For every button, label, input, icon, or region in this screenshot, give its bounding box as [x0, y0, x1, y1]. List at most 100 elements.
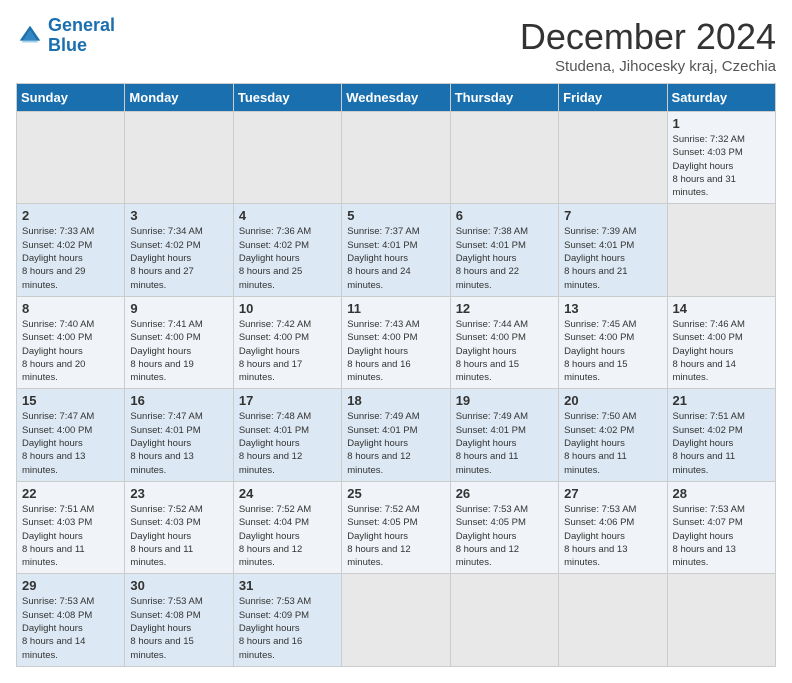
col-tuesday: Tuesday	[233, 84, 341, 112]
table-row: 3 Sunrise: 7:34 AMSunset: 4:02 PMDaylight…	[125, 204, 233, 296]
day-info: Sunrise: 7:34 AMSunset: 4:02 PMDaylight …	[130, 225, 227, 291]
day-number: 12	[456, 301, 553, 316]
table-row: 16 Sunrise: 7:47 AMSunset: 4:01 PMDayligh…	[125, 389, 233, 481]
day-number: 8	[22, 301, 119, 316]
logo-general: General	[48, 15, 115, 35]
table-row	[450, 574, 558, 666]
day-number: 2	[22, 208, 119, 223]
calendar-row: 22 Sunrise: 7:51 AMSunset: 4:03 PMDayligh…	[17, 481, 776, 573]
calendar-row: 15 Sunrise: 7:47 AMSunset: 4:00 PMDayligh…	[17, 389, 776, 481]
calendar-row: 8 Sunrise: 7:40 AMSunset: 4:00 PMDaylight…	[17, 296, 776, 388]
day-info: Sunrise: 7:50 AMSunset: 4:02 PMDaylight …	[564, 410, 661, 476]
day-info: Sunrise: 7:51 AMSunset: 4:03 PMDaylight …	[22, 503, 119, 569]
day-info: Sunrise: 7:47 AMSunset: 4:00 PMDaylight …	[22, 410, 119, 476]
table-row: 28Sunrise: 7:53 AMSunset: 4:07 PMDayligh…	[667, 481, 775, 573]
day-number: 15	[22, 393, 119, 408]
day-info: Sunrise: 7:47 AMSunset: 4:01 PMDaylight …	[130, 410, 227, 476]
table-row: 19Sunrise: 7:49 AMSunset: 4:01 PMDayligh…	[450, 389, 558, 481]
day-number: 5	[347, 208, 444, 223]
location-subtitle: Studena, Jihocesky kraj, Czechia	[520, 58, 776, 75]
table-row: 15 Sunrise: 7:47 AMSunset: 4:00 PMDayligh…	[17, 389, 125, 481]
table-row: 7Sunrise: 7:39 AMSunset: 4:01 PMDaylight…	[559, 204, 667, 296]
table-row: 24 Sunrise: 7:52 AMSunset: 4:04 PMDayligh…	[233, 481, 341, 573]
day-info: Sunrise: 7:40 AMSunset: 4:00 PMDaylight …	[22, 318, 119, 384]
table-row	[667, 574, 775, 666]
table-row: 27 Sunrise: 7:53 AMSunset: 4:06 PMDayligh…	[559, 481, 667, 573]
col-monday: Monday	[125, 84, 233, 112]
table-row: 6 Sunrise: 7:38 AMSunset: 4:01 PMDaylight…	[450, 204, 558, 296]
day-number: 3	[130, 208, 227, 223]
table-row: 31Sunrise: 7:53 AMSunset: 4:09 PMDayligh…	[233, 574, 341, 666]
table-row: 2 Sunrise: 7:33 AMSunset: 4:02 PMDaylight…	[17, 204, 125, 296]
col-friday: Friday	[559, 84, 667, 112]
table-row: 8 Sunrise: 7:40 AMSunset: 4:00 PMDaylight…	[17, 296, 125, 388]
calendar-header: Sunday Monday Tuesday Wednesday Thursday…	[17, 84, 776, 112]
day-info: Sunrise: 7:53 AMSunset: 4:05 PMDaylight …	[456, 503, 553, 569]
table-row	[342, 112, 450, 204]
calendar-body: 1Sunrise: 7:32 AMSunset: 4:03 PMDaylight…	[17, 112, 776, 667]
day-info: Sunrise: 7:51 AMSunset: 4:02 PMDaylight …	[673, 410, 770, 476]
table-row	[450, 112, 558, 204]
col-saturday: Saturday	[667, 84, 775, 112]
day-info: Sunrise: 7:37 AMSunset: 4:01 PMDaylight …	[347, 225, 444, 291]
table-row: 30Sunrise: 7:53 AMSunset: 4:08 PMDayligh…	[125, 574, 233, 666]
day-number: 29	[22, 578, 119, 593]
header-row: Sunday Monday Tuesday Wednesday Thursday…	[17, 84, 776, 112]
day-number: 20	[564, 393, 661, 408]
table-row: 22 Sunrise: 7:51 AMSunset: 4:03 PMDayligh…	[17, 481, 125, 573]
table-row: 29 Sunrise: 7:53 AMSunset: 4:08 PMDayligh…	[17, 574, 125, 666]
day-info: Sunrise: 7:53 AMSunset: 4:08 PMDaylight …	[22, 595, 119, 661]
day-number: 18	[347, 393, 444, 408]
day-number: 1	[673, 116, 770, 131]
day-info: Sunrise: 7:33 AMSunset: 4:02 PMDaylight …	[22, 225, 119, 291]
logo-blue: Blue	[48, 35, 87, 55]
day-number: 14	[673, 301, 770, 316]
table-row: 1Sunrise: 7:32 AMSunset: 4:03 PMDaylight…	[667, 112, 775, 204]
table-row: 20 Sunrise: 7:50 AMSunset: 4:02 PMDayligh…	[559, 389, 667, 481]
table-row: 12Sunrise: 7:44 AMSunset: 4:00 PMDayligh…	[450, 296, 558, 388]
table-row	[559, 574, 667, 666]
day-info: Sunrise: 7:45 AMSunset: 4:00 PMDaylight …	[564, 318, 661, 384]
table-row	[125, 112, 233, 204]
day-info: Sunrise: 7:52 AMSunset: 4:04 PMDaylight …	[239, 503, 336, 569]
day-number: 16	[130, 393, 227, 408]
day-number: 19	[456, 393, 553, 408]
day-number: 24	[239, 486, 336, 501]
calendar-row: 1Sunrise: 7:32 AMSunset: 4:03 PMDaylight…	[17, 112, 776, 204]
table-row: 10Sunrise: 7:42 AMSunset: 4:00 PMDayligh…	[233, 296, 341, 388]
day-number: 10	[239, 301, 336, 316]
day-info: Sunrise: 7:48 AMSunset: 4:01 PMDaylight …	[239, 410, 336, 476]
day-number: 13	[564, 301, 661, 316]
day-number: 4	[239, 208, 336, 223]
table-row	[667, 204, 775, 296]
table-row: 26Sunrise: 7:53 AMSunset: 4:05 PMDayligh…	[450, 481, 558, 573]
calendar-row: 29 Sunrise: 7:53 AMSunset: 4:08 PMDayligh…	[17, 574, 776, 666]
title-block: December 2024 Studena, Jihocesky kraj, C…	[520, 16, 776, 75]
month-title: December 2024	[520, 16, 776, 58]
day-number: 11	[347, 301, 444, 316]
day-number: 22	[22, 486, 119, 501]
page-header: General Blue December 2024 Studena, Jiho…	[16, 16, 776, 75]
day-number: 7	[564, 208, 661, 223]
col-thursday: Thursday	[450, 84, 558, 112]
day-number: 23	[130, 486, 227, 501]
logo: General Blue	[16, 16, 115, 56]
col-wednesday: Wednesday	[342, 84, 450, 112]
table-row: 11Sunrise: 7:43 AMSunset: 4:00 PMDayligh…	[342, 296, 450, 388]
day-number: 28	[673, 486, 770, 501]
day-number: 27	[564, 486, 661, 501]
day-info: Sunrise: 7:46 AMSunset: 4:00 PMDaylight …	[673, 318, 770, 384]
col-sunday: Sunday	[17, 84, 125, 112]
day-info: Sunrise: 7:53 AMSunset: 4:06 PMDaylight …	[564, 503, 661, 569]
day-number: 6	[456, 208, 553, 223]
table-row: 18Sunrise: 7:49 AMSunset: 4:01 PMDayligh…	[342, 389, 450, 481]
table-row: 14 Sunrise: 7:46 AMSunset: 4:00 PMDayligh…	[667, 296, 775, 388]
table-row: 4Sunrise: 7:36 AMSunset: 4:02 PMDaylight…	[233, 204, 341, 296]
day-info: Sunrise: 7:53 AMSunset: 4:08 PMDaylight …	[130, 595, 227, 661]
day-info: Sunrise: 7:52 AMSunset: 4:05 PMDaylight …	[347, 503, 444, 569]
day-info: Sunrise: 7:52 AMSunset: 4:03 PMDaylight …	[130, 503, 227, 569]
day-number: 31	[239, 578, 336, 593]
logo-text: General Blue	[48, 16, 115, 56]
day-info: Sunrise: 7:38 AMSunset: 4:01 PMDaylight …	[456, 225, 553, 291]
table-row: 9Sunrise: 7:41 AMSunset: 4:00 PMDaylight…	[125, 296, 233, 388]
